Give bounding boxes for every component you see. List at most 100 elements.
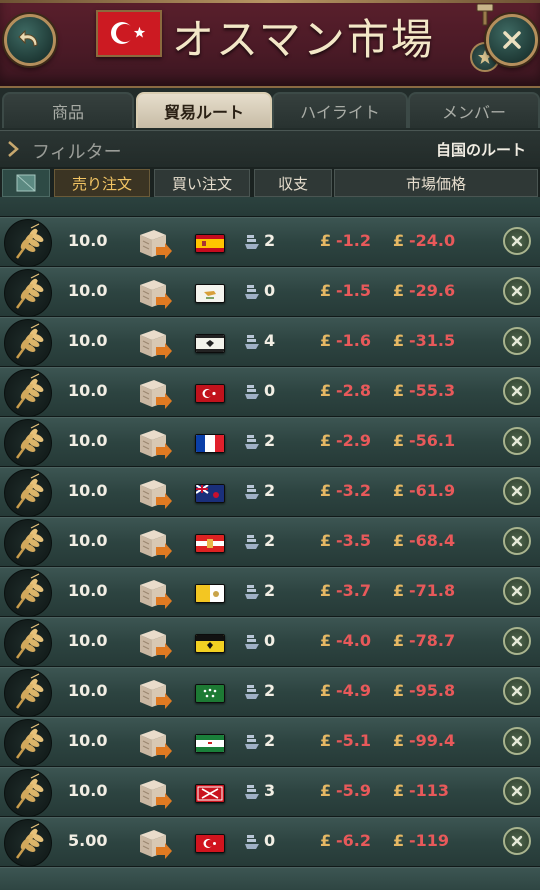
route-total: -61.9 xyxy=(409,481,456,500)
route-total: -31.5 xyxy=(409,331,456,350)
sort-market-price[interactable]: 市場価格 xyxy=(334,169,538,197)
country-flag-icon[interactable] xyxy=(195,434,225,453)
route-total: -68.4 xyxy=(409,531,456,550)
filter-label: フィルター xyxy=(32,142,122,163)
ship-count: 0 xyxy=(264,831,276,850)
ship-count: 2 xyxy=(264,481,276,500)
cancel-route-button[interactable] xyxy=(503,227,531,255)
ship-icon xyxy=(244,483,260,501)
currency-symbol: £ xyxy=(320,331,332,350)
country-flag-icon[interactable] xyxy=(195,584,225,603)
route-price: -2.9 xyxy=(336,431,371,450)
currency-symbol: £ xyxy=(393,481,405,500)
export-crate-icon xyxy=(136,277,174,311)
tab-goods[interactable]: 商品 xyxy=(2,92,134,128)
cancel-route-button[interactable] xyxy=(503,677,531,705)
currency-symbol: £ xyxy=(320,831,332,850)
cancel-route-button[interactable] xyxy=(503,377,531,405)
tab-trade-routes[interactable]: 貿易ルート xyxy=(136,92,272,128)
back-button[interactable] xyxy=(4,14,56,66)
ship-icon xyxy=(244,633,260,651)
route-row[interactable]: 10.0 0 £ -1.5 £ -29.6 xyxy=(0,267,540,317)
sort-buy-orders[interactable]: 買い注文 xyxy=(154,169,250,197)
cancel-route-button[interactable] xyxy=(503,727,531,755)
country-flag-icon[interactable] xyxy=(195,834,225,853)
market-title: オスマン市場 xyxy=(172,15,435,64)
country-flag-icon[interactable] xyxy=(195,734,225,753)
close-icon xyxy=(510,634,524,648)
route-row[interactable]: 5.00 0 £ -6.2 £ -119 xyxy=(0,817,540,867)
currency-symbol: £ xyxy=(393,431,405,450)
route-row[interactable]: 10.0 0 £ -4.0 £ -78.7 xyxy=(0,617,540,667)
cancel-route-button[interactable] xyxy=(503,327,531,355)
country-flag-icon[interactable] xyxy=(195,634,225,653)
cancel-route-button[interactable] xyxy=(503,277,531,305)
currency-symbol: £ xyxy=(320,431,332,450)
filter-bar[interactable]: フィルター 自国のルート xyxy=(0,130,540,168)
export-crate-icon xyxy=(136,477,174,511)
cancel-route-button[interactable] xyxy=(503,477,531,505)
route-total: -95.8 xyxy=(409,681,456,700)
tab-bar: 商品 貿易ルート ハイライト メンバー xyxy=(0,88,540,130)
export-crate-icon xyxy=(136,427,174,461)
route-row[interactable]: 10.0 4 £ -1.6 £ -31.5 xyxy=(0,317,540,367)
cancel-route-button[interactable] xyxy=(503,427,531,455)
sort-sell-orders[interactable]: 売り注文 xyxy=(54,169,150,197)
grid-icon xyxy=(16,174,36,192)
country-flag-icon[interactable] xyxy=(195,784,225,803)
sort-header: 売り注文 買い注文 収支 市場価格 xyxy=(0,167,540,197)
country-flag-icon[interactable] xyxy=(195,384,225,403)
cancel-route-button[interactable] xyxy=(503,827,531,855)
close-button[interactable] xyxy=(486,14,538,66)
country-flag-icon[interactable] xyxy=(195,334,225,353)
country-flag-icon[interactable] xyxy=(195,484,225,503)
currency-symbol: £ xyxy=(393,281,405,300)
route-row[interactable]: 10.0 0 £ -2.8 £ -55.3 xyxy=(0,367,540,417)
route-row[interactable]: 10.0 3 £ -5.9 £ -113 xyxy=(0,767,540,817)
route-price: -1.2 xyxy=(336,231,371,250)
route-quantity: 10.0 xyxy=(68,381,108,400)
ship-icon xyxy=(244,583,260,601)
sort-balance[interactable]: 収支 xyxy=(254,169,332,197)
cancel-route-button[interactable] xyxy=(503,777,531,805)
route-quantity: 10.0 xyxy=(68,681,108,700)
toggle-grid-button[interactable] xyxy=(2,169,50,197)
cancel-route-button[interactable] xyxy=(503,527,531,555)
ottoman-flag-icon xyxy=(96,10,162,57)
close-icon xyxy=(510,584,524,598)
grain-icon xyxy=(4,519,52,567)
tab-highlights[interactable]: ハイライト xyxy=(272,92,408,128)
route-price: -5.9 xyxy=(336,781,371,800)
country-flag-icon[interactable] xyxy=(195,534,225,553)
grain-icon xyxy=(4,369,52,417)
country-flag-icon[interactable] xyxy=(195,684,225,703)
grain-icon xyxy=(4,819,52,867)
route-quantity: 5.00 xyxy=(68,831,108,850)
currency-symbol: £ xyxy=(393,831,405,850)
country-flag-icon[interactable] xyxy=(195,234,225,253)
route-price: -1.5 xyxy=(336,281,371,300)
currency-symbol: £ xyxy=(393,531,405,550)
route-price: -1.6 xyxy=(336,331,371,350)
route-row[interactable]: 10.0 2 £ -3.5 £ -68.4 xyxy=(0,517,540,567)
own-routes-filter[interactable]: 自国のルート xyxy=(436,139,526,160)
currency-symbol: £ xyxy=(320,481,332,500)
tab-members[interactable]: メンバー xyxy=(408,92,540,128)
route-row[interactable]: 10.0 2 £ -2.9 £ -56.1 xyxy=(0,417,540,467)
grain-icon xyxy=(4,319,52,367)
currency-symbol: £ xyxy=(320,681,332,700)
cancel-route-button[interactable] xyxy=(503,577,531,605)
close-icon xyxy=(510,734,524,748)
route-row[interactable]: 10.0 2 £ -1.2 £ -24.0 xyxy=(0,217,540,267)
route-row[interactable]: 10.0 2 £ -3.2 £ -61.9 xyxy=(0,467,540,517)
route-row[interactable]: 10.0 2 £ -3.7 £ -71.8 xyxy=(0,567,540,617)
grain-icon xyxy=(4,769,52,817)
route-total: -99.4 xyxy=(409,731,456,750)
route-row[interactable]: 10.0 2 £ -4.9 £ -95.8 xyxy=(0,667,540,717)
chevron-right-icon xyxy=(8,141,19,157)
ship-icon xyxy=(244,433,260,451)
cancel-route-button[interactable] xyxy=(503,627,531,655)
route-row[interactable]: 10.0 2 £ -5.1 £ -99.4 xyxy=(0,717,540,767)
currency-symbol: £ xyxy=(320,731,332,750)
country-flag-icon[interactable] xyxy=(195,284,225,303)
